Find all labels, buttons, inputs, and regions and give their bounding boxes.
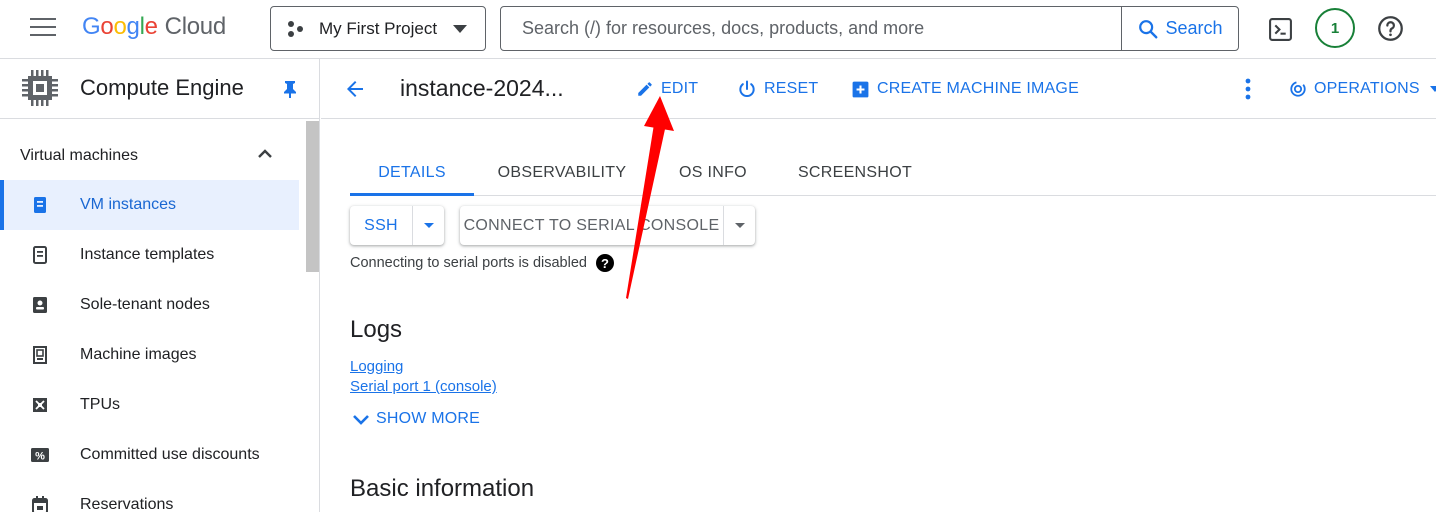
- chevron-down-icon: [453, 25, 467, 33]
- tpus-icon: [33, 398, 47, 412]
- logging-link[interactable]: Logging: [350, 358, 403, 375]
- power-icon: [739, 80, 755, 98]
- compute-engine-icon: [22, 70, 58, 106]
- sidebar-header: Compute Engine: [0, 59, 319, 119]
- operations-button[interactable]: OPERATIONS: [1289, 59, 1436, 119]
- main-content: instance-2024... EDIT RESET CREATE MACHI…: [321, 59, 1436, 512]
- cloud-shell-icon[interactable]: [1268, 17, 1293, 42]
- chevron-down-icon: [734, 223, 745, 228]
- instance-templates-icon: [33, 246, 47, 264]
- project-picker[interactable]: My First Project: [270, 6, 486, 51]
- help-icon[interactable]: ?: [595, 254, 614, 272]
- serial-console-dropdown-button[interactable]: [723, 206, 755, 245]
- section-virtual-machines[interactable]: Virtual machines: [0, 135, 300, 175]
- main-menu-icon[interactable]: [30, 18, 56, 38]
- project-name: My First Project: [319, 18, 438, 38]
- reset-button[interactable]: RESET: [737, 59, 818, 119]
- search-bar: Search: [500, 6, 1239, 51]
- sole-tenant-nodes-icon: [33, 297, 47, 313]
- sidebar: Compute Engine Virtual machines VM insta…: [0, 59, 320, 512]
- committed-use-discounts-icon: %: [31, 448, 49, 463]
- sidebar-item-reservations[interactable]: Reservations: [0, 480, 299, 512]
- back-arrow-icon[interactable]: [343, 77, 367, 101]
- edit-button[interactable]: EDIT: [636, 59, 698, 119]
- search-button[interactable]: Search: [1121, 7, 1238, 50]
- section-label: Virtual machines: [20, 147, 138, 164]
- serial-console-split-button: CONNECT TO SERIAL CONSOLE: [460, 206, 755, 245]
- search-icon: [1139, 19, 1158, 38]
- instance-title: instance-2024...: [400, 75, 564, 101]
- operations-icon: [1290, 81, 1306, 97]
- sidebar-item-instance-templates[interactable]: Instance templates: [0, 230, 299, 280]
- basic-information-heading: Basic information: [350, 475, 535, 502]
- vm-instances-icon: [34, 197, 46, 213]
- search-input[interactable]: [501, 7, 1121, 50]
- notifications-badge[interactable]: 1: [1315, 8, 1355, 48]
- chevron-up-icon: [258, 149, 272, 158]
- google-cloud-logo[interactable]: Google Cloud: [82, 13, 226, 41]
- tab-details[interactable]: DETAILS: [350, 154, 474, 196]
- tab-os-info[interactable]: OS INFO: [655, 154, 771, 195]
- sidebar-item-tpus[interactable]: TPUs: [0, 380, 299, 430]
- action-bar: instance-2024... EDIT RESET CREATE MACHI…: [321, 59, 1436, 119]
- more-options-icon[interactable]: [1242, 77, 1254, 101]
- sidebar-scrollbar[interactable]: [306, 121, 319, 272]
- pin-icon[interactable]: [282, 80, 298, 98]
- chevron-down-icon: [1429, 86, 1436, 92]
- search-button-label: Search: [1165, 18, 1223, 38]
- sidebar-item-vm-instances[interactable]: VM instances: [0, 180, 299, 230]
- help-icon[interactable]: [1377, 15, 1404, 42]
- serial-ports-note: Connecting to serial ports is disabled ?: [350, 254, 614, 272]
- chevron-down-icon: [353, 415, 369, 425]
- pencil-icon: [638, 82, 652, 96]
- reservations-icon: [32, 496, 48, 512]
- add-box-icon: [852, 81, 869, 97]
- detail-tabs: DETAILS OBSERVABILITY OS INFO SCREENSHOT: [350, 154, 1436, 196]
- tab-screenshot[interactable]: SCREENSHOT: [780, 154, 930, 195]
- ssh-split-button: SSH: [350, 206, 444, 245]
- ssh-button[interactable]: SSH: [350, 206, 412, 245]
- sidebar-item-machine-images[interactable]: Machine images: [0, 330, 299, 380]
- chevron-down-icon: [423, 223, 434, 228]
- connect-serial-console-button[interactable]: CONNECT TO SERIAL CONSOLE: [460, 206, 723, 245]
- sidebar-item-committed-use-discounts[interactable]: % Committed use discounts: [0, 430, 299, 480]
- project-icon: [288, 20, 304, 37]
- create-machine-image-button[interactable]: CREATE MACHINE IMAGE: [851, 59, 1079, 119]
- serial-port-link[interactable]: Serial port 1 (console): [350, 378, 497, 395]
- sidebar-item-sole-tenant-nodes[interactable]: Sole-tenant nodes: [0, 280, 299, 330]
- tab-observability[interactable]: OBSERVABILITY: [479, 154, 645, 195]
- product-title: Compute Engine: [80, 75, 244, 100]
- machine-images-icon: [33, 346, 47, 364]
- svg-text:%: %: [35, 451, 45, 463]
- logs-heading: Logs: [350, 316, 403, 343]
- top-bar: GoogleCloud My First Project Search 1: [0, 0, 1436, 59]
- show-more-button[interactable]: SHOW MORE: [352, 410, 480, 428]
- ssh-dropdown-button[interactable]: [412, 206, 444, 245]
